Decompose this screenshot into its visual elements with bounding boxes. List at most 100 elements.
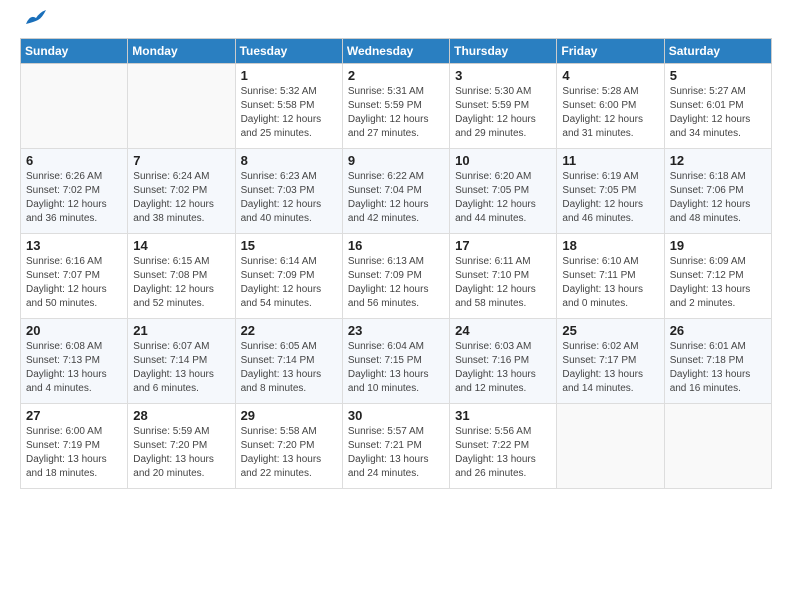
calendar-day-cell: 5 Sunrise: 5:27 AM Sunset: 6:01 PM Daylig… (664, 64, 771, 149)
calendar-week-row: 13 Sunrise: 6:16 AM Sunset: 7:07 PM Dayli… (21, 234, 772, 319)
page-header (20, 20, 772, 28)
calendar-week-row: 6Sunrise: 6:26 AM Sunset: 7:02 PM Daylig… (21, 149, 772, 234)
day-number: 12 (670, 153, 766, 168)
day-number: 15 (241, 238, 337, 253)
calendar-day-cell: 17 Sunrise: 6:11 AM Sunset: 7:10 PM Dayli… (450, 234, 557, 319)
calendar-day-cell: 6Sunrise: 6:26 AM Sunset: 7:02 PM Daylig… (21, 149, 128, 234)
calendar-day-cell: 10 Sunrise: 6:20 AM Sunset: 7:05 PM Dayli… (450, 149, 557, 234)
logo-bird-icon (24, 10, 46, 28)
calendar-day-cell: 12 Sunrise: 6:18 AM Sunset: 7:06 PM Dayli… (664, 149, 771, 234)
calendar-day-cell: 15 Sunrise: 6:14 AM Sunset: 7:09 PM Dayli… (235, 234, 342, 319)
day-info: Sunrise: 6:11 AM Sunset: 7:10 PM Dayligh… (455, 255, 551, 311)
day-number: 30 (348, 408, 444, 423)
day-info: Sunrise: 6:26 AM Sunset: 7:02 PM Dayligh… (26, 170, 122, 226)
day-number: 31 (455, 408, 551, 423)
calendar-day-cell: 19 Sunrise: 6:09 AM Sunset: 7:12 PM Dayli… (664, 234, 771, 319)
day-info: Sunrise: 6:23 AM Sunset: 7:03 PM Dayligh… (241, 170, 337, 226)
day-info: Sunrise: 6:05 AM Sunset: 7:14 PM Dayligh… (241, 340, 337, 396)
calendar-week-row: 20Sunrise: 6:08 AM Sunset: 7:13 PM Dayli… (21, 319, 772, 404)
calendar-day-cell: 31 Sunrise: 5:56 AM Sunset: 7:22 PM Dayli… (450, 404, 557, 489)
calendar-day-cell: 20Sunrise: 6:08 AM Sunset: 7:13 PM Dayli… (21, 319, 128, 404)
day-number: 8 (241, 153, 337, 168)
day-info: Sunrise: 5:30 AM Sunset: 5:59 PM Dayligh… (455, 85, 551, 141)
calendar-day-cell: 2Sunrise: 5:31 AM Sunset: 5:59 PM Daylig… (342, 64, 449, 149)
day-number: 21 (133, 323, 229, 338)
day-info: Sunrise: 6:04 AM Sunset: 7:15 PM Dayligh… (348, 340, 444, 396)
day-number: 2 (348, 68, 444, 83)
calendar-day-cell: 22Sunrise: 6:05 AM Sunset: 7:14 PM Dayli… (235, 319, 342, 404)
calendar-day-cell (557, 404, 664, 489)
day-number: 4 (562, 68, 658, 83)
day-info: Sunrise: 6:15 AM Sunset: 7:08 PM Dayligh… (133, 255, 229, 311)
calendar-day-cell (128, 64, 235, 149)
calendar-table: SundayMondayTuesdayWednesdayThursdayFrid… (20, 38, 772, 489)
day-number: 17 (455, 238, 551, 253)
day-number: 13 (26, 238, 122, 253)
day-number: 29 (241, 408, 337, 423)
calendar-day-cell: 1 Sunrise: 5:32 AM Sunset: 5:58 PM Daylig… (235, 64, 342, 149)
day-info: Sunrise: 5:58 AM Sunset: 7:20 PM Dayligh… (241, 425, 337, 481)
calendar-day-cell: 25Sunrise: 6:02 AM Sunset: 7:17 PM Dayli… (557, 319, 664, 404)
calendar-header-row: SundayMondayTuesdayWednesdayThursdayFrid… (21, 39, 772, 64)
day-of-week-header: Tuesday (235, 39, 342, 64)
day-info: Sunrise: 6:10 AM Sunset: 7:11 PM Dayligh… (562, 255, 658, 311)
day-info: Sunrise: 6:02 AM Sunset: 7:17 PM Dayligh… (562, 340, 658, 396)
day-info: Sunrise: 6:13 AM Sunset: 7:09 PM Dayligh… (348, 255, 444, 311)
day-number: 11 (562, 153, 658, 168)
calendar-day-cell: 16 Sunrise: 6:13 AM Sunset: 7:09 PM Dayli… (342, 234, 449, 319)
day-info: Sunrise: 6:07 AM Sunset: 7:14 PM Dayligh… (133, 340, 229, 396)
day-info: Sunrise: 6:20 AM Sunset: 7:05 PM Dayligh… (455, 170, 551, 226)
day-number: 23 (348, 323, 444, 338)
calendar-day-cell: 29 Sunrise: 5:58 AM Sunset: 7:20 PM Dayli… (235, 404, 342, 489)
calendar-day-cell: 4 Sunrise: 5:28 AM Sunset: 6:00 PM Daylig… (557, 64, 664, 149)
day-number: 5 (670, 68, 766, 83)
day-of-week-header: Friday (557, 39, 664, 64)
calendar-day-cell (664, 404, 771, 489)
day-number: 27 (26, 408, 122, 423)
calendar-day-cell: 14 Sunrise: 6:15 AM Sunset: 7:08 PM Dayli… (128, 234, 235, 319)
day-info: Sunrise: 5:57 AM Sunset: 7:21 PM Dayligh… (348, 425, 444, 481)
calendar-day-cell: 18 Sunrise: 6:10 AM Sunset: 7:11 PM Dayli… (557, 234, 664, 319)
day-info: Sunrise: 6:09 AM Sunset: 7:12 PM Dayligh… (670, 255, 766, 311)
calendar-day-cell: 7Sunrise: 6:24 AM Sunset: 7:02 PM Daylig… (128, 149, 235, 234)
day-of-week-header: Wednesday (342, 39, 449, 64)
calendar-day-cell: 21 Sunrise: 6:07 AM Sunset: 7:14 PM Dayli… (128, 319, 235, 404)
calendar-day-cell: 23 Sunrise: 6:04 AM Sunset: 7:15 PM Dayli… (342, 319, 449, 404)
calendar-day-cell: 3 Sunrise: 5:30 AM Sunset: 5:59 PM Daylig… (450, 64, 557, 149)
day-of-week-header: Monday (128, 39, 235, 64)
calendar-day-cell (21, 64, 128, 149)
logo (20, 20, 46, 28)
day-number: 19 (670, 238, 766, 253)
day-info: Sunrise: 5:28 AM Sunset: 6:00 PM Dayligh… (562, 85, 658, 141)
calendar-day-cell: 13 Sunrise: 6:16 AM Sunset: 7:07 PM Dayli… (21, 234, 128, 319)
day-of-week-header: Sunday (21, 39, 128, 64)
day-info: Sunrise: 5:32 AM Sunset: 5:58 PM Dayligh… (241, 85, 337, 141)
day-info: Sunrise: 6:14 AM Sunset: 7:09 PM Dayligh… (241, 255, 337, 311)
day-info: Sunrise: 6:00 AM Sunset: 7:19 PM Dayligh… (26, 425, 122, 481)
calendar-day-cell: 26 Sunrise: 6:01 AM Sunset: 7:18 PM Dayli… (664, 319, 771, 404)
day-number: 1 (241, 68, 337, 83)
day-info: Sunrise: 6:19 AM Sunset: 7:05 PM Dayligh… (562, 170, 658, 226)
day-number: 9 (348, 153, 444, 168)
day-number: 14 (133, 238, 229, 253)
day-info: Sunrise: 6:18 AM Sunset: 7:06 PM Dayligh… (670, 170, 766, 226)
calendar-day-cell: 11 Sunrise: 6:19 AM Sunset: 7:05 PM Dayli… (557, 149, 664, 234)
day-number: 28 (133, 408, 229, 423)
day-info: Sunrise: 5:56 AM Sunset: 7:22 PM Dayligh… (455, 425, 551, 481)
day-number: 10 (455, 153, 551, 168)
day-number: 24 (455, 323, 551, 338)
calendar-day-cell: 27 Sunrise: 6:00 AM Sunset: 7:19 PM Dayli… (21, 404, 128, 489)
day-info: Sunrise: 5:27 AM Sunset: 6:01 PM Dayligh… (670, 85, 766, 141)
day-number: 18 (562, 238, 658, 253)
day-info: Sunrise: 6:16 AM Sunset: 7:07 PM Dayligh… (26, 255, 122, 311)
day-info: Sunrise: 6:01 AM Sunset: 7:18 PM Dayligh… (670, 340, 766, 396)
day-info: Sunrise: 6:22 AM Sunset: 7:04 PM Dayligh… (348, 170, 444, 226)
day-number: 7 (133, 153, 229, 168)
day-number: 26 (670, 323, 766, 338)
day-number: 3 (455, 68, 551, 83)
day-of-week-header: Saturday (664, 39, 771, 64)
day-info: Sunrise: 6:03 AM Sunset: 7:16 PM Dayligh… (455, 340, 551, 396)
calendar-day-cell: 30 Sunrise: 5:57 AM Sunset: 7:21 PM Dayli… (342, 404, 449, 489)
day-number: 16 (348, 238, 444, 253)
day-info: Sunrise: 5:59 AM Sunset: 7:20 PM Dayligh… (133, 425, 229, 481)
